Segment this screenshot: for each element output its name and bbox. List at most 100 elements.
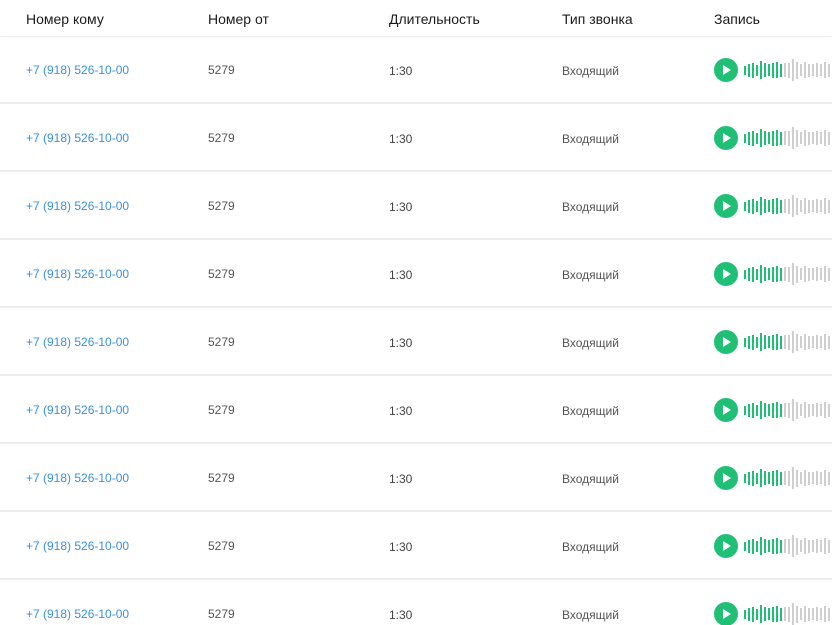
waveform-icon[interactable] xyxy=(744,396,832,424)
waveform-bar xyxy=(824,62,826,78)
waveform-bar xyxy=(788,606,790,622)
phone-to-link[interactable]: +7 (918) 526-10-00 xyxy=(26,471,129,485)
waveform-icon[interactable] xyxy=(744,328,832,356)
table-row: +7 (918) 526-10-00 5279 1:30 Входящий xyxy=(0,580,832,625)
phone-to-link[interactable]: +7 (918) 526-10-00 xyxy=(26,199,129,213)
play-icon[interactable] xyxy=(714,602,738,625)
column-header-type[interactable]: Тип звонка xyxy=(562,11,633,27)
phone-to-link[interactable]: +7 (918) 526-10-00 xyxy=(26,403,129,417)
waveform-bar xyxy=(772,198,774,214)
play-icon[interactable] xyxy=(714,330,738,354)
phone-to-link[interactable]: +7 (918) 526-10-00 xyxy=(26,131,129,145)
waveform-bar xyxy=(796,537,798,555)
call-duration: 1:30 xyxy=(389,200,413,214)
play-icon[interactable] xyxy=(714,58,738,82)
waveform-bar xyxy=(804,402,806,418)
call-duration: 1:30 xyxy=(389,268,413,282)
waveform-bar xyxy=(784,335,786,349)
waveform-bar xyxy=(812,336,814,348)
waveform-bar xyxy=(752,130,754,146)
waveform-bar xyxy=(748,63,750,77)
waveform-bar xyxy=(772,470,774,486)
table-row: +7 (918) 526-10-00 5279 1:30 Входящий xyxy=(0,308,832,376)
play-icon[interactable] xyxy=(714,534,738,558)
waveform-bar xyxy=(780,199,782,213)
waveform-icon[interactable] xyxy=(744,260,832,288)
column-header-from[interactable]: Номер от xyxy=(208,11,269,27)
waveform-bar xyxy=(796,605,798,623)
audio-player xyxy=(714,192,832,220)
column-header-to[interactable]: Номер кому xyxy=(26,11,104,27)
waveform-bar xyxy=(792,59,794,81)
waveform-bar xyxy=(760,265,762,283)
waveform-bar xyxy=(792,603,794,625)
waveform-bar xyxy=(784,131,786,145)
waveform-bar xyxy=(768,540,770,552)
phone-to-link[interactable]: +7 (918) 526-10-00 xyxy=(26,267,129,281)
call-duration: 1:30 xyxy=(389,64,413,78)
phone-to-link[interactable]: +7 (918) 526-10-00 xyxy=(26,63,129,77)
table-row: +7 (918) 526-10-00 5279 1:30 Входящий xyxy=(0,376,832,444)
waveform-bar xyxy=(804,266,806,282)
calls-table: Номер кому Номер от Длительность Тип зво… xyxy=(0,0,832,625)
waveform-bar xyxy=(800,200,802,212)
column-header-duration[interactable]: Длительность xyxy=(389,11,481,27)
waveform-bar xyxy=(768,200,770,212)
audio-player xyxy=(714,396,832,424)
phone-to-link[interactable]: +7 (918) 526-10-00 xyxy=(26,607,129,621)
waveform-bar xyxy=(820,608,822,620)
waveform-bar xyxy=(776,470,778,486)
waveform-icon[interactable] xyxy=(744,600,832,625)
waveform-bar xyxy=(760,537,762,555)
waveform-bar xyxy=(800,404,802,416)
call-duration: 1:30 xyxy=(389,540,413,554)
waveform-bar xyxy=(804,62,806,78)
phone-from: 5279 xyxy=(208,63,235,77)
waveform-bar xyxy=(748,607,750,621)
waveform-bar xyxy=(792,263,794,285)
waveform-bar xyxy=(800,608,802,620)
waveform-bar xyxy=(820,268,822,280)
waveform-bar xyxy=(780,267,782,281)
waveform-bar xyxy=(744,269,746,279)
waveform-bar xyxy=(812,472,814,484)
phone-to-link[interactable]: +7 (918) 526-10-00 xyxy=(26,335,129,349)
call-duration: 1:30 xyxy=(389,404,413,418)
waveform-bar xyxy=(828,63,830,77)
phone-to-link[interactable]: +7 (918) 526-10-00 xyxy=(26,539,129,553)
waveform-bar xyxy=(744,133,746,143)
waveform-icon[interactable] xyxy=(744,192,832,220)
audio-player xyxy=(714,464,832,492)
waveform-bar xyxy=(812,268,814,280)
table-row: +7 (918) 526-10-00 5279 1:30 Входящий xyxy=(0,36,832,104)
waveform-bar xyxy=(812,608,814,620)
waveform-bar xyxy=(824,266,826,282)
waveform-icon[interactable] xyxy=(744,56,832,84)
waveform-bar xyxy=(752,606,754,622)
play-icon[interactable] xyxy=(714,126,738,150)
waveform-bar xyxy=(788,62,790,78)
waveform-bar xyxy=(800,64,802,76)
waveform-icon[interactable] xyxy=(744,124,832,152)
waveform-bar xyxy=(772,62,774,78)
call-type: Входящий xyxy=(562,540,619,554)
waveform-bar xyxy=(768,132,770,144)
column-header-record[interactable]: Запись xyxy=(714,11,760,27)
play-icon[interactable] xyxy=(714,262,738,286)
waveform-bar xyxy=(816,131,818,145)
play-icon[interactable] xyxy=(714,466,738,490)
waveform-bar xyxy=(824,402,826,418)
waveform-bar xyxy=(828,403,830,417)
call-type: Входящий xyxy=(562,64,619,78)
waveform-bar xyxy=(780,607,782,621)
waveform-icon[interactable] xyxy=(744,464,832,492)
waveform-icon[interactable] xyxy=(744,532,832,560)
play-icon[interactable] xyxy=(714,398,738,422)
waveform-bar xyxy=(756,64,758,76)
waveform-bar xyxy=(776,266,778,282)
waveform-bar xyxy=(764,335,766,349)
waveform-bar xyxy=(796,333,798,351)
play-icon[interactable] xyxy=(714,194,738,218)
waveform-bar xyxy=(768,608,770,620)
waveform-bar xyxy=(820,336,822,348)
